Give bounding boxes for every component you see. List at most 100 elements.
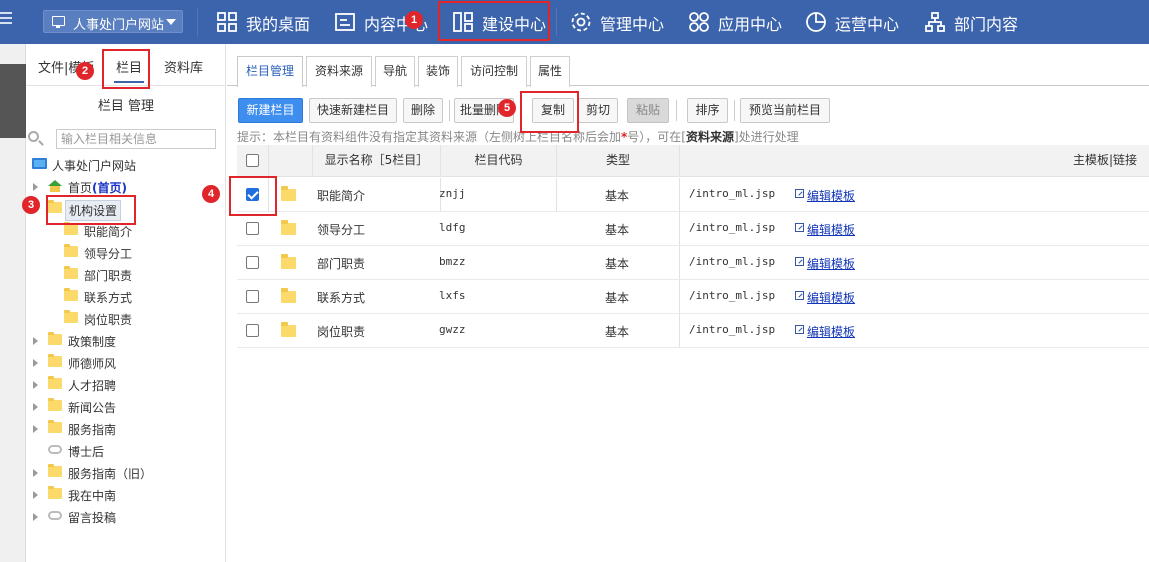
tree-search-input[interactable] bbox=[56, 129, 216, 149]
expand-arrow-icon[interactable] bbox=[33, 359, 38, 367]
new-column-button[interactable]: 新建栏目 bbox=[238, 98, 303, 123]
header-cell bbox=[268, 145, 312, 176]
row-checkbox[interactable] bbox=[246, 256, 259, 269]
folder-icon bbox=[48, 486, 62, 499]
folder-icon bbox=[48, 332, 62, 345]
tree-node-label: 服务指南 bbox=[68, 423, 117, 437]
tree-node-label: 服务指南（旧） bbox=[68, 467, 153, 481]
tab-column-management[interactable]: 栏目管理 bbox=[237, 56, 303, 87]
expand-arrow-icon[interactable] bbox=[33, 381, 38, 389]
edit-template-link[interactable]: 编辑模板 bbox=[807, 289, 855, 306]
apps-icon bbox=[689, 12, 709, 32]
row-type: 基本 bbox=[605, 257, 630, 271]
row-code: ldfg bbox=[439, 221, 466, 234]
quick-new-column-button[interactable]: 快速新建栏目 bbox=[309, 98, 397, 123]
tree-node-label: 我在中南 bbox=[68, 489, 117, 503]
select-all-checkbox[interactable] bbox=[246, 154, 259, 167]
toolbar-divider bbox=[449, 100, 450, 121]
folder-icon bbox=[64, 310, 78, 323]
row-code: znjj bbox=[439, 187, 466, 200]
tab-properties[interactable]: 属性 bbox=[530, 56, 570, 87]
row-checkbox[interactable] bbox=[246, 324, 259, 337]
edit-template-link[interactable]: 编辑模板 bbox=[807, 323, 855, 340]
nav-label: 应用中心 bbox=[718, 15, 783, 34]
expand-arrow-icon[interactable] bbox=[33, 425, 38, 433]
edit-template-link[interactable]: 编辑模板 bbox=[807, 221, 855, 238]
cell-divider bbox=[268, 178, 269, 211]
row-template-path: /intro_ml.jsp bbox=[689, 187, 776, 200]
tree-node-label: 岗位职责 bbox=[84, 313, 133, 327]
folder-icon bbox=[48, 398, 62, 411]
row-name[interactable]: 联系方式 bbox=[317, 289, 365, 306]
hint-text: 提示：本栏目有资料组件没有指定其资料来源（左侧树上栏目名称后会加*号），可在[资… bbox=[237, 128, 799, 145]
header-column-code[interactable]: 栏目代码 bbox=[440, 145, 556, 176]
external-link-icon bbox=[795, 325, 804, 334]
cut-button[interactable]: 剪切 bbox=[578, 98, 618, 123]
edit-template-link[interactable]: 编辑模板 bbox=[807, 255, 855, 272]
search-icon[interactable] bbox=[28, 131, 39, 142]
row-checkbox[interactable] bbox=[246, 290, 259, 303]
tree-node-label: 职能简介 bbox=[84, 225, 133, 239]
tree-node-label: 新闻公告 bbox=[68, 401, 117, 415]
row-name[interactable]: 部门职责 bbox=[317, 255, 365, 272]
copy-button[interactable]: 复制 bbox=[532, 98, 574, 123]
cell-divider bbox=[679, 246, 680, 279]
cell-divider bbox=[679, 212, 680, 245]
table-row[interactable]: 部门职责 bmzz 基本 /intro_ml.jsp 编辑模板 bbox=[237, 246, 1149, 280]
tab-decoration[interactable]: 装饰 bbox=[418, 56, 458, 87]
row-name[interactable]: 领导分工 bbox=[317, 221, 365, 238]
home-icon bbox=[48, 180, 62, 192]
org-tree-icon bbox=[925, 12, 945, 32]
tree-node-label: 部门职责 bbox=[84, 269, 133, 283]
expand-arrow-icon[interactable] bbox=[33, 183, 38, 191]
logo bbox=[0, 12, 16, 30]
preview-column-button[interactable]: 预览当前栏目 bbox=[740, 98, 830, 123]
row-name[interactable]: 岗位职责 bbox=[317, 323, 365, 340]
row-code: bmzz bbox=[439, 255, 466, 268]
folder-icon bbox=[64, 222, 78, 235]
row-checkbox[interactable] bbox=[246, 222, 259, 235]
tree-node-label: 政策制度 bbox=[68, 335, 117, 349]
row-name[interactable]: 职能简介 bbox=[317, 187, 365, 204]
step-badge: 3 bbox=[22, 196, 40, 214]
tree-node-label: 机构设置 bbox=[65, 200, 122, 221]
pie-chart-icon bbox=[806, 12, 826, 32]
tab-access-control[interactable]: 访问控制 bbox=[461, 56, 527, 87]
tab-column[interactable]: 栏目 bbox=[113, 57, 145, 83]
paste-button[interactable]: 粘贴 bbox=[627, 98, 669, 123]
collapsed-side-panel bbox=[0, 44, 26, 562]
table-row[interactable]: 岗位职责 gwzz 基本 /intro_ml.jsp 编辑模板 bbox=[237, 314, 1149, 348]
delete-button[interactable]: 删除 bbox=[403, 98, 443, 123]
expand-arrow-icon[interactable] bbox=[33, 513, 38, 521]
table-row[interactable]: 联系方式 lxfs 基本 /intro_ml.jsp 编辑模板 bbox=[237, 280, 1149, 314]
step-badge: 1 bbox=[405, 11, 423, 29]
hint-mid: 号），可在[ bbox=[627, 130, 686, 144]
expand-arrow-icon[interactable] bbox=[33, 403, 38, 411]
row-type: 基本 bbox=[605, 223, 630, 237]
expand-arrow-icon[interactable] bbox=[33, 337, 38, 345]
site-selector[interactable]: 人事处门户网站 bbox=[43, 10, 183, 33]
expand-arrow-icon[interactable] bbox=[33, 491, 38, 499]
tab-navigation[interactable]: 导航 bbox=[375, 56, 415, 87]
external-link-icon bbox=[795, 189, 804, 198]
divider bbox=[556, 8, 557, 36]
edit-template-link[interactable]: 编辑模板 bbox=[807, 187, 855, 204]
table-row[interactable]: 领导分工 ldfg 基本 /intro_ml.jsp 编辑模板 bbox=[237, 212, 1149, 246]
folder-icon bbox=[48, 376, 62, 389]
folder-icon bbox=[48, 200, 62, 213]
link-icon bbox=[48, 511, 62, 520]
nav-label: 部门内容 bbox=[954, 15, 1019, 34]
row-template-path: /intro_ml.jsp bbox=[689, 255, 776, 268]
header-template-link: 主模板|链接 bbox=[679, 145, 1149, 176]
cell-divider bbox=[679, 178, 680, 211]
folder-icon bbox=[48, 464, 62, 477]
table-row[interactable]: 职能简介 znjj 基本 /intro_ml.jsp 编辑模板 bbox=[237, 178, 1149, 212]
tab-data-source[interactable]: 资料来源 bbox=[306, 56, 372, 87]
header-display-name[interactable]: 显示名称［5栏目］ bbox=[312, 145, 440, 176]
row-checkbox[interactable] bbox=[246, 188, 259, 201]
external-link-icon bbox=[795, 257, 804, 266]
expand-arrow-icon[interactable] bbox=[33, 469, 38, 477]
tab-library[interactable]: 资料库 bbox=[164, 57, 203, 76]
header-type[interactable]: 类型 bbox=[556, 145, 679, 176]
sort-button[interactable]: 排序 bbox=[687, 98, 728, 123]
